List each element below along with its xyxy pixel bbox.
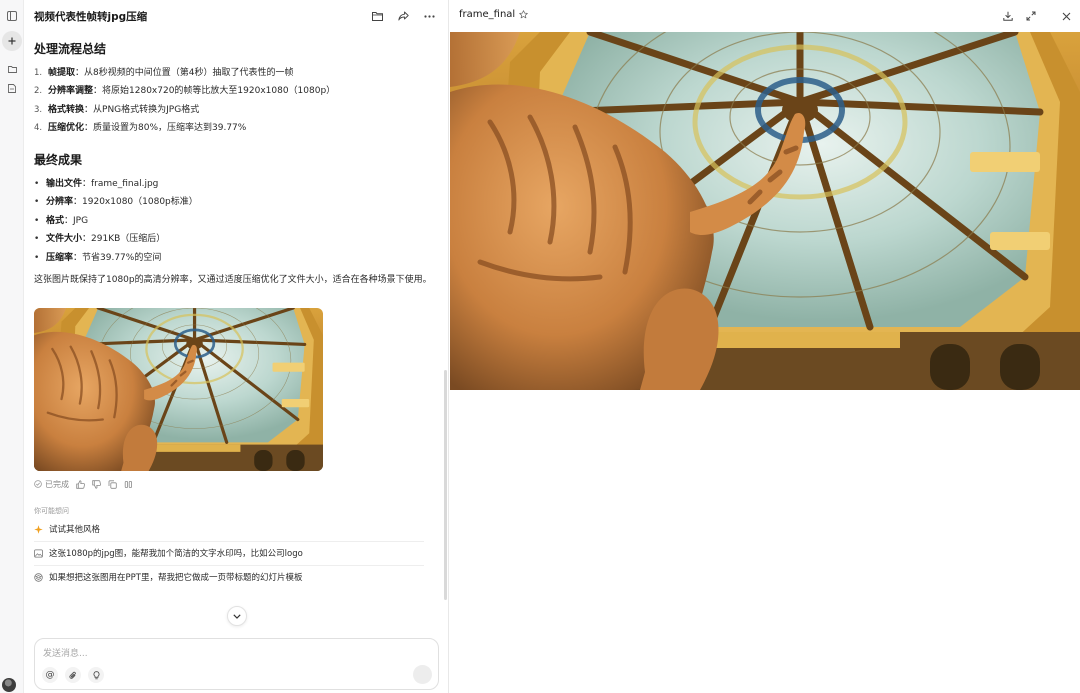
image-thumbnail[interactable] <box>34 308 323 471</box>
bullet-icon: • <box>34 179 40 189</box>
star-outline-icon[interactable] <box>519 10 528 19</box>
list-item: • 输出文件 ：frame_final.jpg <box>34 179 159 189</box>
list-item: • 压缩率 ：节省39.77%的空间 <box>34 253 162 263</box>
send-button[interactable] <box>413 665 432 684</box>
chat-pane: 视频代表性帧转jpg压缩 处理流程总结 1. 帧提取 ：从8秒视频的中间位置（第… <box>25 0 449 693</box>
sparkle-icon <box>34 524 43 534</box>
layers-icon <box>34 572 43 582</box>
copy-icon[interactable] <box>107 479 117 489</box>
folder-open-icon[interactable] <box>368 7 386 25</box>
document-icon[interactable] <box>2 78 22 98</box>
share-icon[interactable] <box>394 7 412 25</box>
preview-header: frame_final <box>450 0 1080 32</box>
attach-button[interactable] <box>65 667 81 683</box>
list-item: • 格式 ：JPG <box>34 216 89 226</box>
suggestion-item[interactable]: 这张1080p的jpg图，能帮我加个简洁的文字水印吗，比如公司logo <box>34 542 424 564</box>
file-name: frame_final <box>459 9 516 20</box>
suggestions-label: 你可能想问 <box>34 507 69 515</box>
preview-title: frame_final <box>459 9 528 20</box>
thumbs-down-icon[interactable] <box>91 479 101 489</box>
list-item: 4. 压缩优化 ：质量设置为80%，压缩率达到39.77% <box>34 123 247 133</box>
suggestion-item[interactable]: 如果想把这张图用在PPT里，帮我把它做成一页带标题的幻灯片模板 <box>34 566 424 588</box>
bullet-icon: • <box>34 197 40 207</box>
sidebar-toggle-icon[interactable] <box>2 6 22 26</box>
scroll-to-bottom-button[interactable] <box>227 606 247 626</box>
check-circle-icon <box>34 480 42 488</box>
message-input[interactable] <box>43 647 403 661</box>
section-heading-process: 处理流程总结 <box>34 42 107 56</box>
new-chat-button[interactable] <box>2 31 22 51</box>
suggestion-item[interactable]: 试试其他风格 <box>34 518 424 540</box>
more-dots-icon[interactable] <box>420 7 438 25</box>
close-icon[interactable] <box>1057 7 1075 25</box>
folder-icon[interactable] <box>2 59 22 79</box>
at-icon: @ <box>45 669 55 680</box>
bullet-icon: • <box>34 253 40 263</box>
message-actions: 已完成 <box>34 478 133 490</box>
chat-header: 视频代表性帧转jpg压缩 <box>25 0 448 32</box>
list-item: 2. 分辨率调整 ：将原始1280x720的帧等比放大至1920x1080（10… <box>34 86 336 96</box>
list-item: • 文件大小 ：291KB（压缩后） <box>34 234 166 244</box>
expand-icon[interactable] <box>1022 7 1040 25</box>
image-preview[interactable] <box>450 32 1080 390</box>
status-done: 已完成 <box>34 479 69 490</box>
avatar[interactable] <box>2 678 16 692</box>
list-item: 1. 帧提取 ：从8秒视频的中间位置（第4秒）抽取了代表性的一帧 <box>34 68 294 78</box>
quote-icon[interactable] <box>123 479 133 489</box>
bullet-icon: • <box>34 234 40 244</box>
cat-dome-image <box>450 32 1080 390</box>
list-item: • 分辨率 ：1920x1080（1080p标准） <box>34 197 198 207</box>
chat-scrollbar[interactable] <box>444 370 447 600</box>
lightbulb-icon <box>93 670 99 679</box>
paperclip-icon <box>69 671 76 679</box>
list-item: 3. 格式转换 ：从PNG格式转换为JPG格式 <box>34 105 200 115</box>
mention-button[interactable]: @ <box>42 667 58 683</box>
idea-button[interactable] <box>88 667 104 683</box>
preview-pane: frame_final <box>450 0 1080 693</box>
section-heading-results: 最终成果 <box>34 153 83 167</box>
bullet-icon: • <box>34 216 40 226</box>
left-rail <box>0 0 24 693</box>
download-icon[interactable] <box>999 7 1017 25</box>
thumbs-up-icon[interactable] <box>75 479 85 489</box>
chevron-down-icon <box>233 613 241 619</box>
plus-icon <box>8 37 16 45</box>
summary-paragraph: 这张图片既保持了1080p的高清分辨率，又通过适度压缩优化了文件大小，适合在各种… <box>34 275 432 285</box>
message-composer: @ <box>34 638 439 690</box>
cat-dome-image <box>34 308 323 471</box>
chat-title: 视频代表性帧转jpg压缩 <box>34 11 148 23</box>
image-icon <box>34 548 43 558</box>
